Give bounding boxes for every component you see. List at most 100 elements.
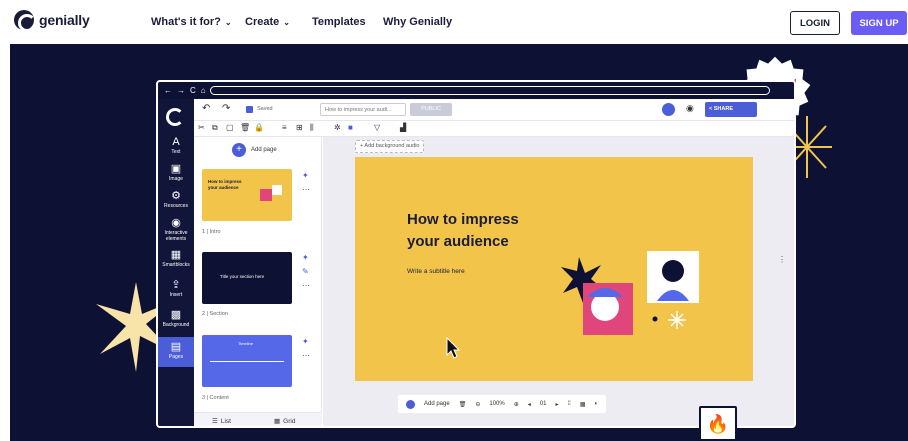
share-label: SHARE <box>713 106 734 112</box>
chevron-down-icon: ⌄ <box>224 17 232 27</box>
zoom-level: 100% <box>489 401 505 407</box>
thumbnail-illustration <box>260 189 272 201</box>
back-arrow-icon[interactable]: ← <box>164 86 172 95</box>
cut-icon[interactable]: ✂ <box>198 123 205 132</box>
sidebar-item-label: Resources <box>164 203 188 209</box>
project-title-input[interactable] <box>320 103 406 116</box>
page-thumbnail-section[interactable]: Title your section here <box>202 252 292 304</box>
zoom-in-icon[interactable]: ⊕ <box>514 401 519 408</box>
grid-view-icon[interactable]: ⁞⁞ <box>567 401 570 407</box>
slide-subtitle[interactable]: Write a subtitle here <box>407 268 465 275</box>
sidebar-item-background[interactable]: ▩ Background <box>158 309 194 328</box>
page-thumbnail-intro[interactable]: How to impress your audience <box>202 169 292 221</box>
nav-create[interactable]: Create ⌄ <box>245 16 290 28</box>
nav-why-genially[interactable]: Why Genially <box>383 16 452 28</box>
reload-icon[interactable]: C <box>190 86 196 95</box>
more-options-icon[interactable]: ⋯ <box>302 185 310 194</box>
sidebar-item-resources[interactable]: ⚙ Resources <box>158 190 194 209</box>
magic-wand-icon[interactable]: ✦ <box>302 253 309 262</box>
redo-icon[interactable]: ↷ <box>222 103 230 114</box>
color-fill-icon[interactable]: ■ <box>348 123 353 132</box>
lock-icon[interactable]: 🔒 <box>254 123 264 132</box>
home-icon[interactable]: ⌂ <box>201 86 206 95</box>
tab-grid[interactable]: ▦ Grid <box>274 417 296 426</box>
grid-icon: ▦ <box>274 418 281 425</box>
layout-icon[interactable]: ▦ <box>580 401 586 408</box>
image-icon: ▣ <box>170 163 182 175</box>
thumbnail-label: 3 | Content <box>202 395 229 401</box>
brand-name: genially <box>39 12 90 28</box>
browser-window: ← → C ⌂ A Text ▣ Image ⚙ Resources ◉ Int… <box>156 80 796 428</box>
more-tools-icon[interactable]: ▟ <box>400 123 406 132</box>
slide-title[interactable]: How to impress your audience <box>407 209 547 253</box>
tab-list[interactable]: ☰ List <box>212 417 231 426</box>
signup-button[interactable]: SIGN UP <box>851 11 907 35</box>
preview-eye-icon[interactable]: ◉ <box>686 103 694 114</box>
page-number: 01 <box>539 401 547 407</box>
nav-templates[interactable]: Templates <box>312 16 366 28</box>
sidebar-item-label: Text <box>171 149 181 155</box>
trash-icon[interactable]: 🗑 <box>459 401 467 408</box>
distribute-icon[interactable]: ⫼ <box>310 123 314 133</box>
next-page-icon[interactable]: ▸ <box>555 401 558 408</box>
more-options-icon[interactable]: ⋯ <box>302 351 310 360</box>
thumbnail-label: 1 | Intro <box>202 229 221 235</box>
thumbnail-title: Timeline <box>238 341 253 346</box>
pages-icon: ▤ <box>170 341 182 353</box>
settings-icon[interactable]: ◐ <box>594 401 598 407</box>
magic-wand-icon[interactable]: ✦ <box>302 171 309 180</box>
more-options-icon[interactable]: ⋯ <box>302 281 310 290</box>
resources-icon: ⚙ <box>171 190 181 202</box>
animation-icon[interactable]: ✲ <box>334 123 341 132</box>
paste-icon[interactable]: ▢ <box>226 123 234 132</box>
pages-view-tabs: ☰ List ▦ Grid <box>194 412 322 426</box>
format-toolbar: ✂ ⧉ ▢ 🗑 🔒 ≡ ⊞ ⫼ ✲ ■ ▽ ▟ <box>194 121 794 137</box>
sidebar-item-smartblocks[interactable]: ▦ Smartblocks <box>158 249 194 268</box>
thumbnail-title: Title your section here <box>220 274 265 279</box>
timeline-line <box>210 361 284 362</box>
nav-whats-it-for[interactable]: What's it for? ⌄ <box>151 16 232 28</box>
tab-grid-label: Grid <box>283 417 296 425</box>
sidebar-item-insert[interactable]: ⇪ Insert <box>158 279 194 298</box>
pin-icon[interactable]: ✎ <box>302 267 309 276</box>
public-button[interactable]: PUBLIC <box>410 103 452 116</box>
bottom-add-page-label[interactable]: Add page <box>424 401 450 407</box>
tab-list-label: List <box>220 417 231 425</box>
slide-canvas[interactable]: How to impress your audience Write a sub… <box>355 157 753 381</box>
characters-illustration <box>561 251 699 335</box>
sidebar-item-text[interactable]: A Text <box>158 136 194 155</box>
tools-sidebar: A Text ▣ Image ⚙ Resources ◉ Interactive… <box>158 99 194 426</box>
prev-page-icon[interactable]: ◂ <box>528 401 531 408</box>
share-button[interactable]: < SHARE <box>705 102 757 117</box>
add-page-button[interactable]: + Add page <box>232 143 277 157</box>
sidebar-item-interactive-elements[interactable]: ◉ Interactive elements <box>158 217 194 242</box>
thumbnail-label: 2 | Section <box>202 311 228 317</box>
login-button[interactable]: LOGIN <box>790 11 840 35</box>
site-header: genially What's it for? ⌄ Create ⌄ Templ… <box>0 0 908 44</box>
magic-wand-icon[interactable]: ✦ <box>302 337 309 346</box>
sidebar-item-pages[interactable]: ▤ Pages <box>158 337 194 367</box>
chevron-down-icon: ⌄ <box>283 17 290 27</box>
url-bar[interactable] <box>210 86 770 95</box>
undo-icon[interactable]: ↶ <box>202 103 210 114</box>
interactive-elements-icon: ◉ <box>171 217 181 229</box>
side-handle-icon[interactable]: ⋮ <box>778 255 786 264</box>
editor-toolbar: ↶ ↷ Saved PUBLIC ◉ < SHARE <box>194 99 794 121</box>
add-page-plus-icon[interactable] <box>406 399 415 409</box>
interactivity-icon[interactable]: ▽ <box>374 123 380 132</box>
zoom-out-icon[interactable]: ⊖ <box>475 401 480 408</box>
nav-templates-label: Templates <box>312 16 366 28</box>
genially-logo[interactable]: genially <box>14 10 90 32</box>
nav-whats-it-for-label: What's it for? <box>151 16 221 28</box>
layers-icon[interactable]: ≡ <box>282 123 287 132</box>
align-icon[interactable]: ⊞ <box>296 123 303 132</box>
thumbnail-title: How to impress your audience <box>208 179 242 190</box>
page-thumbnail-content[interactable]: Timeline <box>202 335 292 387</box>
sidebar-item-label: Interactive elements <box>164 230 188 242</box>
delete-icon[interactable]: 🗑 <box>240 123 250 132</box>
avatar[interactable] <box>662 103 675 116</box>
add-background-audio-button[interactable]: + Add background audio <box>355 140 425 153</box>
sidebar-item-image[interactable]: ▣ Image <box>158 163 194 182</box>
copy-icon[interactable]: ⧉ <box>212 123 218 133</box>
forward-arrow-icon[interactable]: → <box>177 86 185 95</box>
